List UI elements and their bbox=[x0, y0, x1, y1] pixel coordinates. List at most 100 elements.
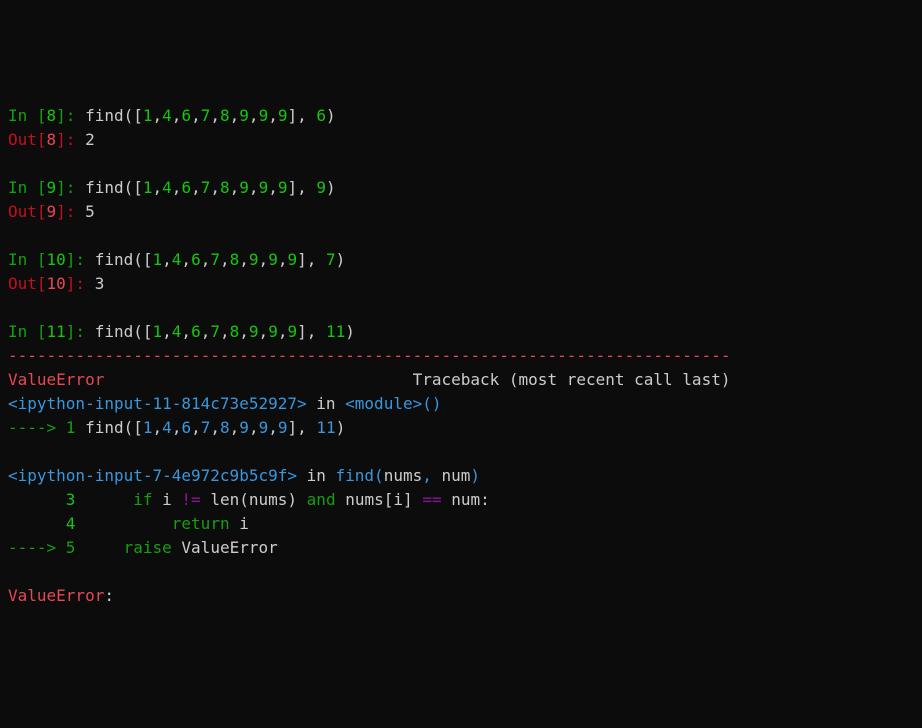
out-value: 5 bbox=[85, 202, 95, 221]
src0-token-1: if bbox=[133, 490, 152, 509]
arg-token-11: , bbox=[259, 322, 269, 341]
lineno: 4 bbox=[66, 514, 76, 533]
arg-token-7: , bbox=[210, 178, 220, 197]
in-prompt-close: ]: bbox=[66, 322, 95, 341]
arg-token-4: 6 bbox=[181, 178, 191, 197]
pad bbox=[8, 490, 66, 509]
src0-token-6: nums bbox=[249, 490, 288, 509]
in-prompt-close: ]: bbox=[56, 106, 85, 125]
src0-token-10: nums bbox=[336, 490, 384, 509]
f1code-token-10: , bbox=[210, 418, 220, 437]
arg-token-9: , bbox=[230, 106, 240, 125]
arg-token-14: 9 bbox=[287, 250, 297, 269]
arg-token-11: , bbox=[259, 250, 269, 269]
arg-token-10: 9 bbox=[239, 106, 249, 125]
call-open: ([ bbox=[124, 106, 143, 125]
arg-token-6: 7 bbox=[210, 250, 220, 269]
out-prompt-close: ]: bbox=[56, 202, 85, 221]
arg-token-1: , bbox=[162, 250, 172, 269]
arg-token-12: 9 bbox=[268, 322, 278, 341]
src-line-2: ----> 5 raise ValueError bbox=[8, 536, 914, 560]
arg-token-4: 6 bbox=[191, 322, 201, 341]
blank-line bbox=[8, 152, 914, 176]
colon: : bbox=[104, 586, 123, 605]
src1-token-0 bbox=[85, 514, 172, 533]
out-prompt-close: ]: bbox=[66, 274, 95, 293]
out-line-10: Out[10]: 3 bbox=[8, 272, 914, 296]
fn-name: find bbox=[95, 250, 134, 269]
arg-token-13: , bbox=[268, 106, 278, 125]
arg-token-12: 9 bbox=[259, 178, 269, 197]
call-open: ([ bbox=[124, 178, 143, 197]
arg-token-5: , bbox=[191, 106, 201, 125]
src0-token-15: == bbox=[422, 490, 441, 509]
src0-token-14 bbox=[413, 490, 423, 509]
arg-token-3: , bbox=[172, 178, 182, 197]
arg-token-1: , bbox=[162, 322, 172, 341]
pad bbox=[75, 490, 85, 509]
src-line-0: 3 if i != len(nums) and nums[i] == num: bbox=[8, 488, 914, 512]
src0-token-0 bbox=[85, 490, 133, 509]
in-word: in bbox=[297, 466, 336, 485]
src2-token-0 bbox=[85, 538, 124, 557]
ipython-terminal[interactable]: In [8]: find([1,4,6,7,8,9,9,9], 6)Out[8]… bbox=[8, 104, 914, 608]
src0-token-7: ) bbox=[287, 490, 297, 509]
f1code-token-1: ( bbox=[124, 418, 134, 437]
fn-name: find bbox=[85, 106, 124, 125]
arg-token-7: , bbox=[210, 106, 220, 125]
out-line-9: Out[9]: 5 bbox=[8, 200, 914, 224]
arg-token-6: 7 bbox=[201, 178, 211, 197]
arg-token-17: ) bbox=[336, 250, 346, 269]
f1code-token-14: , bbox=[249, 418, 259, 437]
in-number: 10 bbox=[47, 250, 66, 269]
arg-token-5: , bbox=[201, 322, 211, 341]
arg-token-11: , bbox=[249, 178, 259, 197]
frame-source: <ipython-input-7-4e972c9b5c9f> bbox=[8, 466, 297, 485]
traceback-header: ValueError Traceback (most recent call l… bbox=[8, 368, 914, 392]
out-number: 10 bbox=[47, 274, 66, 293]
paren-open: ( bbox=[374, 466, 384, 485]
arg-token-4: 6 bbox=[191, 250, 201, 269]
arg-token-10: 9 bbox=[239, 178, 249, 197]
in-word: in bbox=[307, 394, 346, 413]
arg-token-7: , bbox=[220, 322, 230, 341]
arg-token-13: , bbox=[268, 178, 278, 197]
f1code-token-21: 11 bbox=[316, 418, 335, 437]
arg-token-2: 4 bbox=[162, 178, 172, 197]
src0-token-8 bbox=[297, 490, 307, 509]
out-number: 9 bbox=[47, 202, 57, 221]
frame-source: <ipython-input-11-814c73e52927> bbox=[8, 394, 307, 413]
pad bbox=[8, 514, 66, 533]
traceback-label: Traceback (most recent call last) bbox=[413, 370, 731, 389]
arg-token-15: ], bbox=[297, 250, 326, 269]
in-line-11: In [11]: find([1,4,6,7,8,9,9,9], 11) bbox=[8, 320, 914, 344]
call-open: ([ bbox=[133, 250, 152, 269]
f1code-token-20 bbox=[307, 418, 317, 437]
arg-token-16: 6 bbox=[316, 106, 326, 125]
arg-token-5: , bbox=[191, 178, 201, 197]
in-number: 9 bbox=[47, 178, 57, 197]
f1code-token-11: 8 bbox=[220, 418, 230, 437]
f1code-token-9: 7 bbox=[201, 418, 211, 437]
frame-2: <ipython-input-7-4e972c9b5c9f> in find(n… bbox=[8, 464, 914, 488]
src-line-1: 4 return i bbox=[8, 512, 914, 536]
arg-token-17: ) bbox=[326, 178, 336, 197]
in-prompt-close: ]: bbox=[66, 250, 95, 269]
src0-token-4: len bbox=[201, 490, 240, 509]
arg-token-2: 4 bbox=[162, 106, 172, 125]
fn-name: find bbox=[95, 322, 134, 341]
src0-token-2: i bbox=[153, 490, 182, 509]
arg-token-15: ], bbox=[297, 322, 326, 341]
src0-token-17: : bbox=[480, 490, 490, 509]
arg-token-5: , bbox=[201, 250, 211, 269]
f1code-token-8: , bbox=[191, 418, 201, 437]
in-prompt-close: ]: bbox=[56, 178, 85, 197]
arg-token-3: , bbox=[181, 322, 191, 341]
pad bbox=[75, 538, 85, 557]
arg-token-16: 9 bbox=[316, 178, 326, 197]
lineno: 3 bbox=[66, 490, 76, 509]
frame-fn: find bbox=[336, 466, 375, 485]
out-line-8: Out[8]: 2 bbox=[8, 128, 914, 152]
src0-token-13: ] bbox=[403, 490, 413, 509]
src0-token-16: num bbox=[442, 490, 481, 509]
